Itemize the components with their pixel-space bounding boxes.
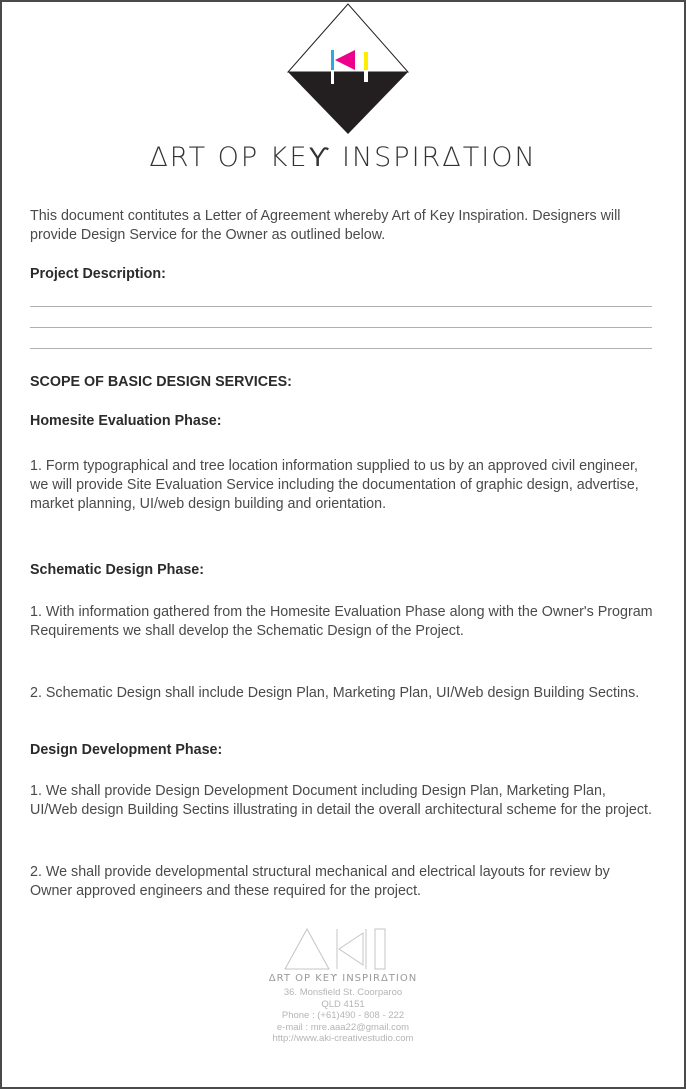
development-phase-title: Design Development Phase: (30, 742, 223, 758)
homesite-phase-title: Homesite Evaluation Phase: (30, 413, 222, 429)
footer-email[interactable]: e-mail : mre.aaa22@gmail.com (2, 1022, 684, 1034)
scope-title: SCOPE OF BASIC DESIGN SERVICES: (30, 374, 292, 390)
footer-website-link[interactable]: http://www.aki-creativestudio.com (2, 1033, 684, 1045)
aki-diamond-logo-icon (286, 3, 410, 134)
footer: ΔRT OP KEϒ INSPIRΔTION 36. Monsfield St.… (2, 927, 684, 1045)
description-line (30, 327, 652, 328)
footer-phone: Phone : (+61)490 - 808 - 222 (281, 1010, 405, 1021)
letter-page: ΔRT OP KEϒ INSPIRΔTION This document con… (0, 0, 686, 1089)
schematic-paragraph-2: 2. Schematic Design shall include Design… (30, 685, 640, 701)
project-description-label: Project Description: (30, 266, 166, 282)
footer-address-line-2: QLD 4151 (321, 998, 365, 1010)
aki-footer-logo-icon (284, 927, 386, 970)
header-logo: ΔRT OP KEϒ INSPIRΔTION (2, 2, 684, 192)
brand-name: ΔRT OP KEϒ INSPIRΔTION (149, 142, 537, 173)
schematic-paragraph-1: 1. With information gathered from the Ho… (30, 604, 653, 639)
homesite-paragraph-1: 1. Form typographical and tree location … (30, 458, 639, 512)
development-paragraph-1: 1. We shall provide Design Development D… (30, 783, 652, 818)
schematic-phase-title: Schematic Design Phase: (30, 562, 205, 578)
footer-brand-name: ΔRT OP KEϒ INSPIRΔTION (268, 973, 418, 984)
footer-address-line-1: 36. Monsfield St. Coorparoo (283, 987, 403, 998)
description-line (30, 348, 652, 349)
intro-paragraph: This document contitutes a Letter of Agr… (30, 208, 621, 243)
development-paragraph-2: 2. We shall provide developmental struct… (30, 864, 610, 899)
description-line (30, 306, 652, 307)
